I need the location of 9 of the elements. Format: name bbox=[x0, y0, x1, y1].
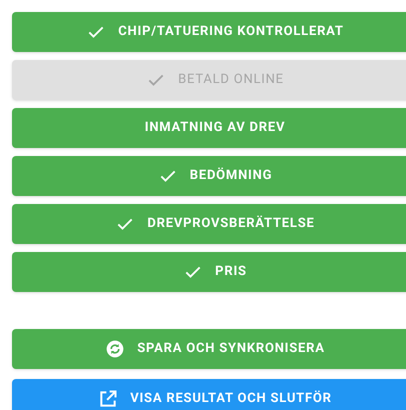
sync-button[interactable]: SPARA OCH SYNKRONISERA bbox=[12, 329, 406, 369]
step-button[interactable]: CHIP/TATUERING KONTROLLERAT bbox=[12, 12, 406, 52]
step-button[interactable]: BEDÖMNING bbox=[12, 156, 406, 196]
open-results-button[interactable]: VISA RESULTAT OCH SLUTFÖR bbox=[12, 379, 406, 410]
step-button[interactable]: DREVPROVSBERÄTTELSE bbox=[12, 204, 406, 244]
step-button[interactable]: PRIS bbox=[12, 252, 406, 292]
step-button[interactable]: INMATNING AV DREV bbox=[12, 108, 406, 148]
sync-icon bbox=[105, 339, 126, 359]
external-link-icon bbox=[98, 389, 118, 409]
